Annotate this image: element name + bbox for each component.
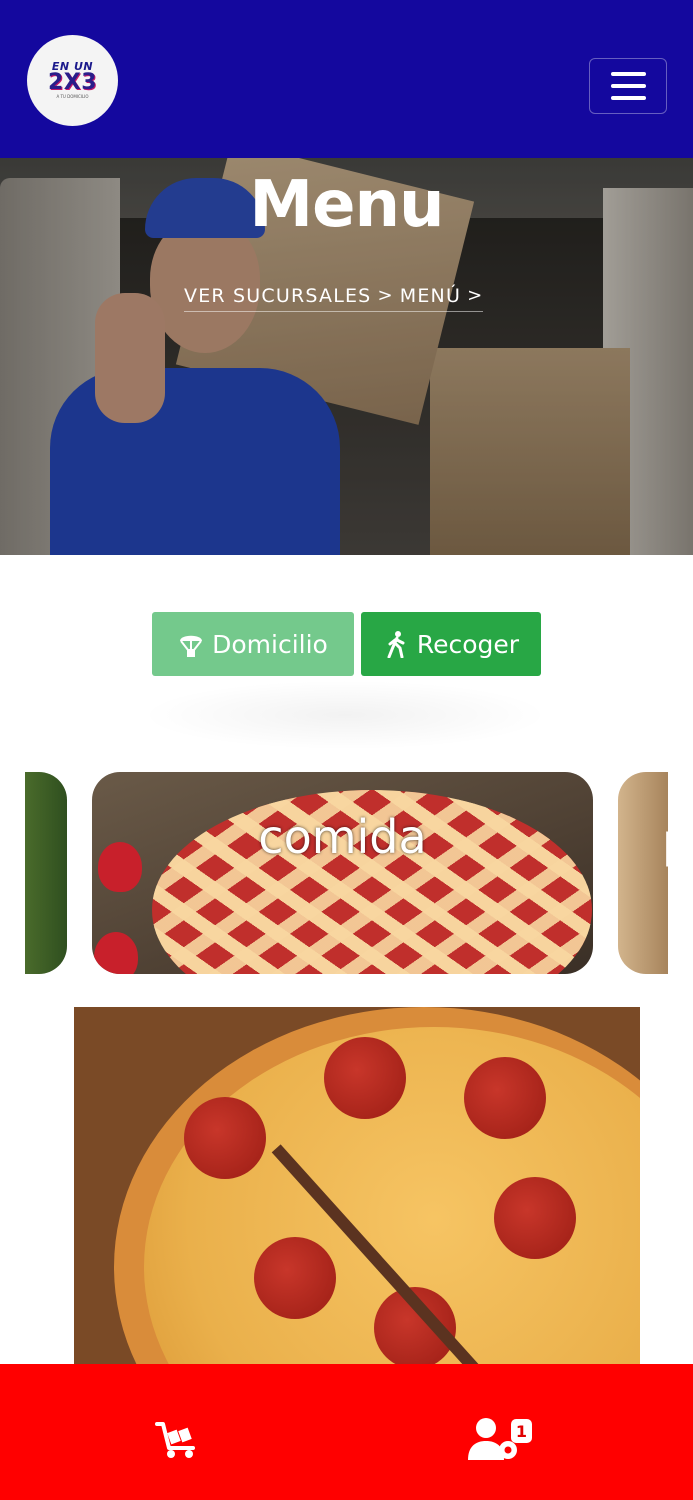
hamburger-menu-button[interactable]	[589, 58, 667, 114]
brand-logo[interactable]: EN UN 2X3 A TU DOMICILIO	[27, 35, 118, 126]
category-label-next: p	[662, 814, 668, 868]
pizza-pepperoni	[254, 1237, 336, 1319]
walking-person-icon	[387, 631, 405, 658]
hamburger-line	[610, 96, 646, 100]
category-card-previous[interactable]	[25, 772, 67, 974]
logo-text-line3: A TU DOMICILIO	[56, 94, 89, 99]
top-navbar: EN UN 2X3 A TU DOMICILIO	[0, 0, 693, 158]
buttons-shadow	[140, 680, 550, 750]
pizza-pepperoni	[464, 1057, 546, 1139]
pizza-pepperoni	[324, 1037, 406, 1119]
product-image-pizza[interactable]	[74, 1007, 640, 1364]
category-card-next[interactable]: p	[618, 772, 668, 974]
logo-text-line2: 2X3	[47, 70, 98, 95]
breadcrumb-separator: >	[467, 285, 484, 306]
category-image-strawberry	[94, 932, 138, 974]
breadcrumb: VER SUCURSALES > MENÚ >	[184, 282, 484, 312]
page-title: Menu	[249, 168, 444, 242]
pizza-pepperoni	[184, 1097, 266, 1179]
category-label: comida	[258, 810, 427, 864]
order-mode-toggle: Domicilio Recoger	[152, 612, 541, 676]
domicilio-button[interactable]: Domicilio	[152, 612, 354, 676]
hamburger-line	[610, 84, 646, 88]
hamburger-menu-icon	[610, 72, 646, 76]
recoger-button[interactable]: Recoger	[361, 612, 541, 676]
breadcrumb-item-menu[interactable]: MENÚ	[400, 285, 461, 307]
recoger-label: Recoger	[416, 629, 520, 659]
breadcrumb-item-sucursales[interactable]: VER SUCURSALES	[184, 285, 371, 307]
hero-banner: Menu VER SUCURSALES > MENÚ >	[0, 158, 693, 555]
user-notification-badge: 1	[511, 1419, 532, 1443]
bottom-nav-bar	[0, 1364, 693, 1500]
parachute-box-icon	[180, 635, 203, 657]
pizza-pepperoni	[494, 1177, 576, 1259]
domicilio-label: Domicilio	[212, 629, 328, 659]
cart-flatbed-icon[interactable]	[155, 1421, 197, 1459]
breadcrumb-separator: >	[377, 285, 394, 306]
category-card-comida[interactable]: comida	[92, 772, 593, 974]
